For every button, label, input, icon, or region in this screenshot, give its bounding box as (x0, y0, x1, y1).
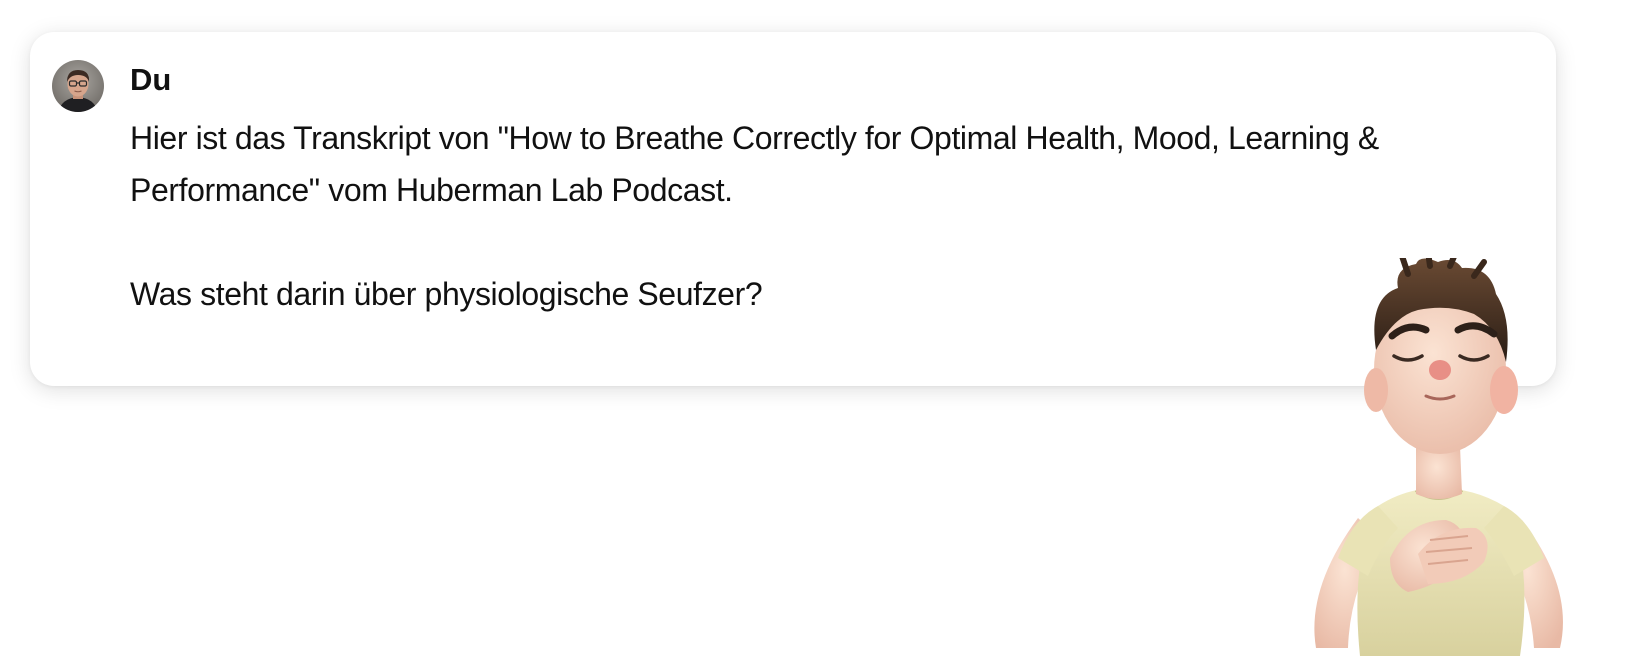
user-avatar (52, 60, 104, 112)
breathing-character-illustration (1298, 249, 1580, 656)
message-paragraph: Hier ist das Transkript von "How to Brea… (130, 120, 1379, 208)
message-author: Du (130, 62, 172, 97)
page: Du Hier ist das Transkript von "How to B… (0, 0, 1632, 656)
